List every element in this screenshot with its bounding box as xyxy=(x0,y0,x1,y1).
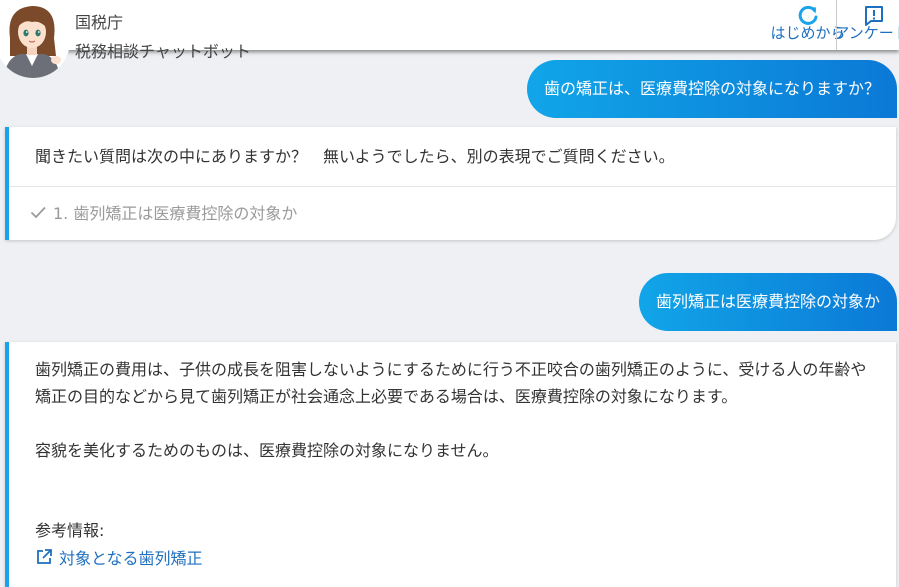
reference-link[interactable]: 対象となる歯列矯正 xyxy=(35,545,203,569)
user-message: 歯の矯正は、医療費控除の対象になりますか？ xyxy=(526,60,897,118)
answer-body: 歯列矯正の費用は、子供の成長を阻害しないようにするために行う不正咬合の歯列矯正の… xyxy=(35,356,880,464)
avatar xyxy=(0,0,70,78)
external-link-icon xyxy=(35,548,53,566)
bot-answer-card: 歯列矯正の費用は、子供の成長を阻害しないようにするために行う不正咬合の歯列矯正の… xyxy=(5,342,896,587)
restart-label: はじめから xyxy=(770,24,846,42)
check-icon xyxy=(29,203,47,221)
suggested-question-option[interactable]: 1. 歯列矯正は医療費控除の対象か xyxy=(29,199,297,225)
divider xyxy=(9,186,896,187)
bot-message-card: 聞きたい質問は次の中にありますか？ 無いようでしたら、別の表現でご質問ください。… xyxy=(5,127,896,240)
bot-name: 税務相談チャットボット xyxy=(75,42,251,61)
app-header: 国税庁 税務相談チャットボット はじめから アンケート xyxy=(0,0,899,61)
restart-button[interactable]: はじめから xyxy=(771,0,846,50)
reference-label: 参考情報: xyxy=(35,521,105,540)
reference-link-text: 対象となる歯列矯正 xyxy=(59,549,203,568)
survey-button[interactable]: アンケート xyxy=(836,0,899,50)
answer-paragraph: 歯列矯正の費用は、子供の成長を阻害しないようにするために行う不正咬合の歯列矯正の… xyxy=(35,360,867,406)
survey-label: アンケート xyxy=(836,24,899,42)
answer-paragraph: 容貌を美化するためのものは、医療費控除の対象になりません。 xyxy=(35,441,499,460)
bot-question-text: 聞きたい質問は次の中にありますか？ 無いようでしたら、別の表現でご質問ください。 xyxy=(35,147,675,166)
user-message: 歯列矯正は医療費控除の対象か xyxy=(638,273,897,331)
agency-name: 国税庁 xyxy=(75,13,124,32)
suggested-question-label: 1. 歯列矯正は医療費控除の対象か xyxy=(53,204,298,223)
